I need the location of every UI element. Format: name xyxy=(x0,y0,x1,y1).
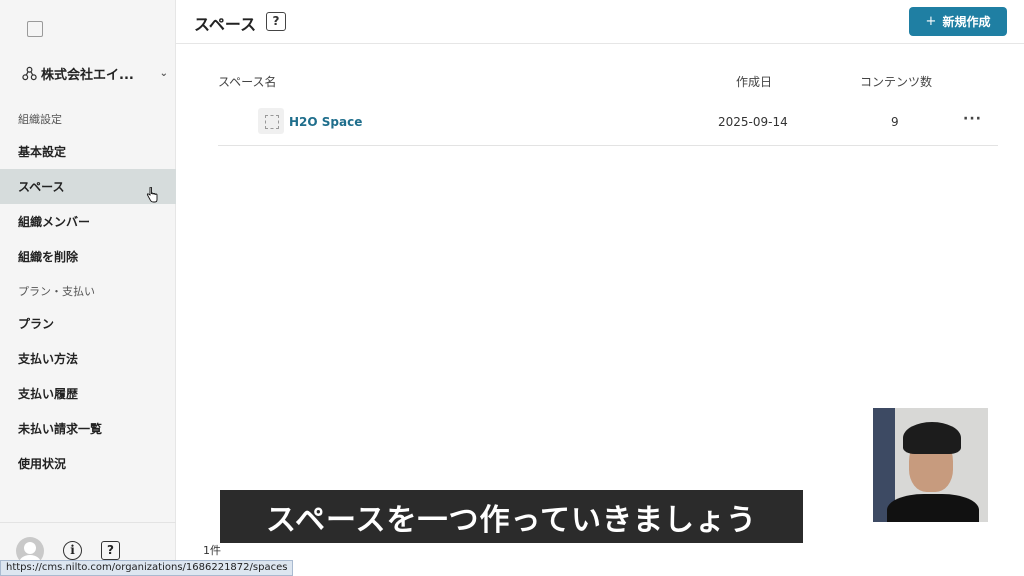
help-icon[interactable]: ? xyxy=(101,541,120,560)
create-new-button[interactable]: + 新規作成 xyxy=(909,7,1007,36)
content-count: 9 xyxy=(891,115,899,129)
page-header: スペース ? + 新規作成 xyxy=(176,0,1024,44)
total-count: 1件 xyxy=(203,544,221,557)
section-plan-billing: プラン・支払い xyxy=(18,285,95,298)
chevron-down-icon: ⌄ xyxy=(159,67,168,79)
sidebar-item-delete-org[interactable]: 組織を削除 xyxy=(0,239,176,274)
status-url: https://cms.nilto.com/organizations/1686… xyxy=(0,560,294,576)
sidebar-item-payment-history[interactable]: 支払い履歴 xyxy=(0,376,176,411)
plus-icon: + xyxy=(925,14,937,29)
help-icon[interactable]: ? xyxy=(266,12,286,31)
app-logo-icon[interactable] xyxy=(27,21,43,37)
sidebar-item-members[interactable]: 組織メンバー xyxy=(0,204,176,239)
table-row[interactable]: H2O Space 2025-09-14 9 ··· xyxy=(218,103,998,146)
column-header-count: コンテンツ数 xyxy=(860,75,933,89)
webcam-overlay xyxy=(873,408,988,522)
org-switcher[interactable]: 株式会社エイ... ⌄ xyxy=(22,63,168,83)
sidebar: 株式会社エイ... ⌄ 組織設定 基本設定 スペース 組織メンバー 組織を削除 … xyxy=(0,0,176,576)
column-header-created: 作成日 xyxy=(736,75,773,89)
section-org-settings: 組織設定 xyxy=(18,113,62,126)
space-icon xyxy=(258,108,284,134)
org-name: 株式会社エイ... xyxy=(41,67,134,83)
space-name-link[interactable]: H2O Space xyxy=(289,115,362,129)
column-header-name: スペース名 xyxy=(218,75,277,89)
sidebar-item-unpaid-invoices[interactable]: 未払い請求一覧 xyxy=(0,411,176,446)
sidebar-item-plan[interactable]: プラン xyxy=(0,306,176,341)
page-title: スペース xyxy=(194,15,257,34)
more-options-icon[interactable]: ··· xyxy=(963,111,982,127)
hand-cursor-icon xyxy=(146,187,158,203)
organization-icon xyxy=(22,66,37,80)
create-new-label: 新規作成 xyxy=(942,15,991,29)
video-subtitle: スペースを一つ作っていきましょう xyxy=(220,490,803,543)
sidebar-item-payment-method[interactable]: 支払い方法 xyxy=(0,341,176,376)
created-date: 2025-09-14 xyxy=(718,115,788,129)
sidebar-item-basic-settings[interactable]: 基本設定 xyxy=(0,134,176,169)
info-icon[interactable]: i xyxy=(63,541,82,560)
sidebar-item-usage[interactable]: 使用状況 xyxy=(0,446,176,481)
